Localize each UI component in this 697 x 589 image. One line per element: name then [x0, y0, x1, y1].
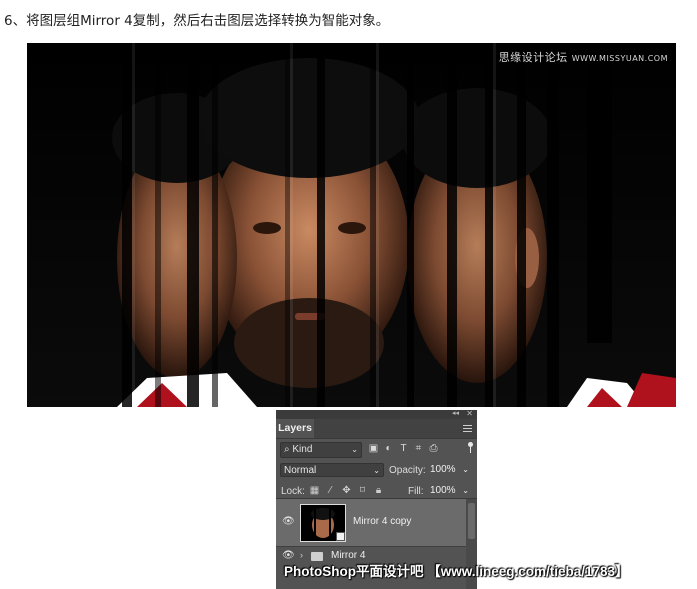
panel-tab-row: Layers [276, 419, 477, 439]
watermark-brand: 思缘设计论坛 WWW.MISSYUAN.COM [499, 49, 668, 65]
chevron-down-icon: ⌄ [462, 486, 469, 495]
panel-menu-icon[interactable] [463, 425, 472, 432]
chevron-down-icon: ⌄ [373, 466, 380, 475]
smart-object-badge-icon [336, 532, 345, 541]
bottom-banner: PhotoShop平面设计吧 【www.lineeg.com/tieba/178… [284, 564, 629, 579]
close-icon[interactable]: ✕ [466, 410, 473, 418]
fill-label: Fill: [408, 486, 424, 497]
lock-label: Lock: [281, 486, 305, 497]
filter-toggle-icon[interactable] [468, 442, 473, 454]
chevron-down-icon: ⌄ [351, 445, 358, 454]
lock-position-icon[interactable]: ✥ [341, 485, 352, 496]
search-icon: ⌕ [284, 444, 290, 455]
collapse-arrows-icon[interactable]: ◂◂ [452, 410, 459, 417]
panel-titlebar: ◂◂ ✕ [276, 410, 477, 419]
portrait-strips [27, 43, 676, 407]
smart-object-filter-icon[interactable]: ⎙ [428, 443, 439, 454]
filter-kind-label: Kind [292, 444, 313, 455]
lock-brush-icon[interactable]: ⁄ [325, 485, 336, 496]
opacity-field[interactable]: 100% ⌄ [428, 463, 472, 477]
face-right [402, 88, 552, 383]
opacity-label: Opacity: [389, 465, 426, 476]
scroll-thumb[interactable] [468, 503, 475, 539]
blend-mode-value: Normal [284, 465, 317, 476]
watermark-brand-text: 思缘设计论坛 [498, 51, 568, 64]
layer-row-mirror-4-copy[interactable]: 👁︎ Mirror 4 copy [276, 499, 466, 546]
layer-name: Mirror 4 copy [353, 516, 412, 527]
lock-artboard-icon[interactable]: ⌑ [357, 485, 368, 496]
chevron-right-icon[interactable]: › [300, 550, 303, 560]
filter-kind-select[interactable]: ⌕ Kind ⌄ [280, 442, 362, 458]
chevron-down-icon: ⌄ [462, 465, 469, 474]
blend-mode-select[interactable]: Normal ⌄ [280, 463, 384, 477]
shape-filter-icon[interactable]: ⌗ [413, 443, 424, 454]
type-filter-icon[interactable]: T [398, 443, 409, 454]
lock-all-icon[interactable]: 🔒︎ [373, 485, 384, 496]
lock-icons: ▦ ⁄ ✥ ⌑ 🔒︎ [309, 485, 389, 496]
adjustment-filter-icon[interactable]: ◐ [383, 443, 394, 454]
fill-value: 100% [430, 485, 456, 496]
image-filter-icon[interactable]: ▣ [368, 443, 379, 454]
lock-transparent-icon[interactable]: ▦ [309, 485, 320, 496]
watermark-url: WWW.MISSYUAN.COM [571, 54, 668, 63]
blend-row: Normal ⌄ Opacity: 100% ⌄ [276, 460, 477, 481]
opacity-value: 100% [430, 464, 456, 475]
filter-row: ⌕ Kind ⌄ ▣ ◐ T ⌗ ⎙ [276, 439, 477, 460]
step-instruction: 6、将图层组Mirror 4复制，然后右击图层选择转换为智能对象。 [4, 13, 390, 29]
eye-icon[interactable]: 👁︎ [282, 516, 295, 527]
layer-thumbnail [300, 504, 346, 542]
mirror-effect-image: 思缘设计论坛 WWW.MISSYUAN.COM [27, 43, 676, 407]
tab-layers[interactable]: Layers [276, 419, 314, 438]
fill-field[interactable]: 100% ⌄ [428, 484, 472, 498]
filter-icons: ▣ ◐ T ⌗ ⎙ [368, 443, 443, 454]
